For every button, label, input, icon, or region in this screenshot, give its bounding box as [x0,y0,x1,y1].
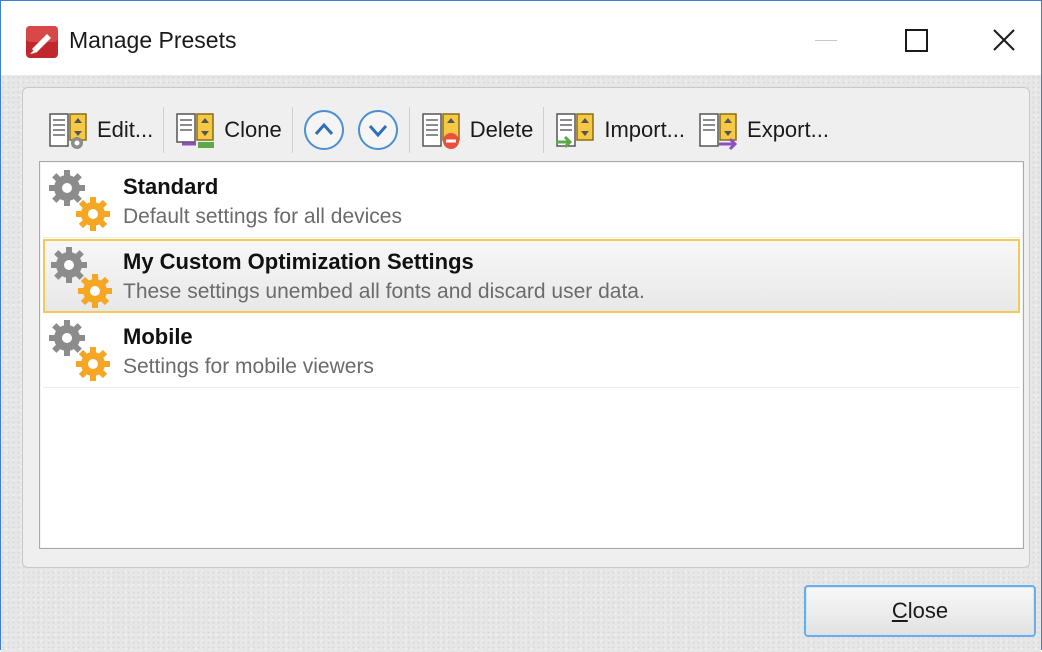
close-button[interactable]: Close [804,585,1036,637]
export-button[interactable]: Export... [691,104,835,156]
title-bar[interactable]: Manage Presets [1,1,1041,75]
manage-presets-window: Manage Presets Edit... Clone Delete Impo… [0,0,1042,652]
close-mnemonic: C [891,598,908,623]
preset-name: My Custom Optimization Settings [123,249,474,274]
preset-item-mobile[interactable]: Mobile Settings for mobile viewers [43,314,1020,388]
edit-preset-icon [49,113,87,149]
preset-description: Settings for mobile viewers [123,355,374,378]
close-window-button[interactable] [973,17,1033,63]
preset-name: Standard [123,174,219,199]
app-logo-icon [26,26,58,58]
settings-gears-icon [49,170,110,231]
preset-item-standard[interactable]: Standard Default settings for all device… [43,164,1020,238]
import-button[interactable]: Import... [548,104,691,156]
preset-description: These settings unembed all fonts and dis… [123,280,645,303]
close-icon [993,29,1015,51]
minimize-button[interactable] [795,17,855,63]
maximize-button[interactable] [885,17,945,63]
preset-item-my-custom-optimization-settings[interactable]: My Custom Optimization Settings These se… [43,239,1020,313]
toolbar-separator [408,107,410,153]
move-up-button[interactable] [302,108,346,152]
export-preset-icon [699,113,738,151]
clone-preset-icon [176,113,215,148]
edit-label: Edit... [97,117,154,142]
presets-toolbar: Edit... Clone Delete Import... Export... [41,101,1021,159]
toolbar-separator [291,107,293,153]
close-label: lose [907,598,949,623]
settings-gears-icon [51,247,112,308]
preset-name: Mobile [123,324,193,349]
import-label: Import... [604,117,686,142]
presets-list[interactable]: Standard Default settings for all device… [39,161,1024,549]
move-down-button[interactable] [356,108,400,152]
export-label: Export... [747,117,829,142]
clone-button[interactable]: Clone [168,104,287,156]
toolbar-separator [163,107,165,153]
delete-button[interactable]: Delete [414,104,540,156]
delete-preset-icon [421,113,460,149]
delete-label: Delete [469,117,534,142]
settings-gears-icon [49,320,110,381]
import-preset-icon [556,113,595,149]
toolbar-separator [543,107,545,153]
clone-label: Clone [224,117,282,142]
edit-button[interactable]: Edit... [41,104,159,156]
window-title: Manage Presets [69,27,237,53]
preset-description: Default settings for all devices [123,205,402,228]
